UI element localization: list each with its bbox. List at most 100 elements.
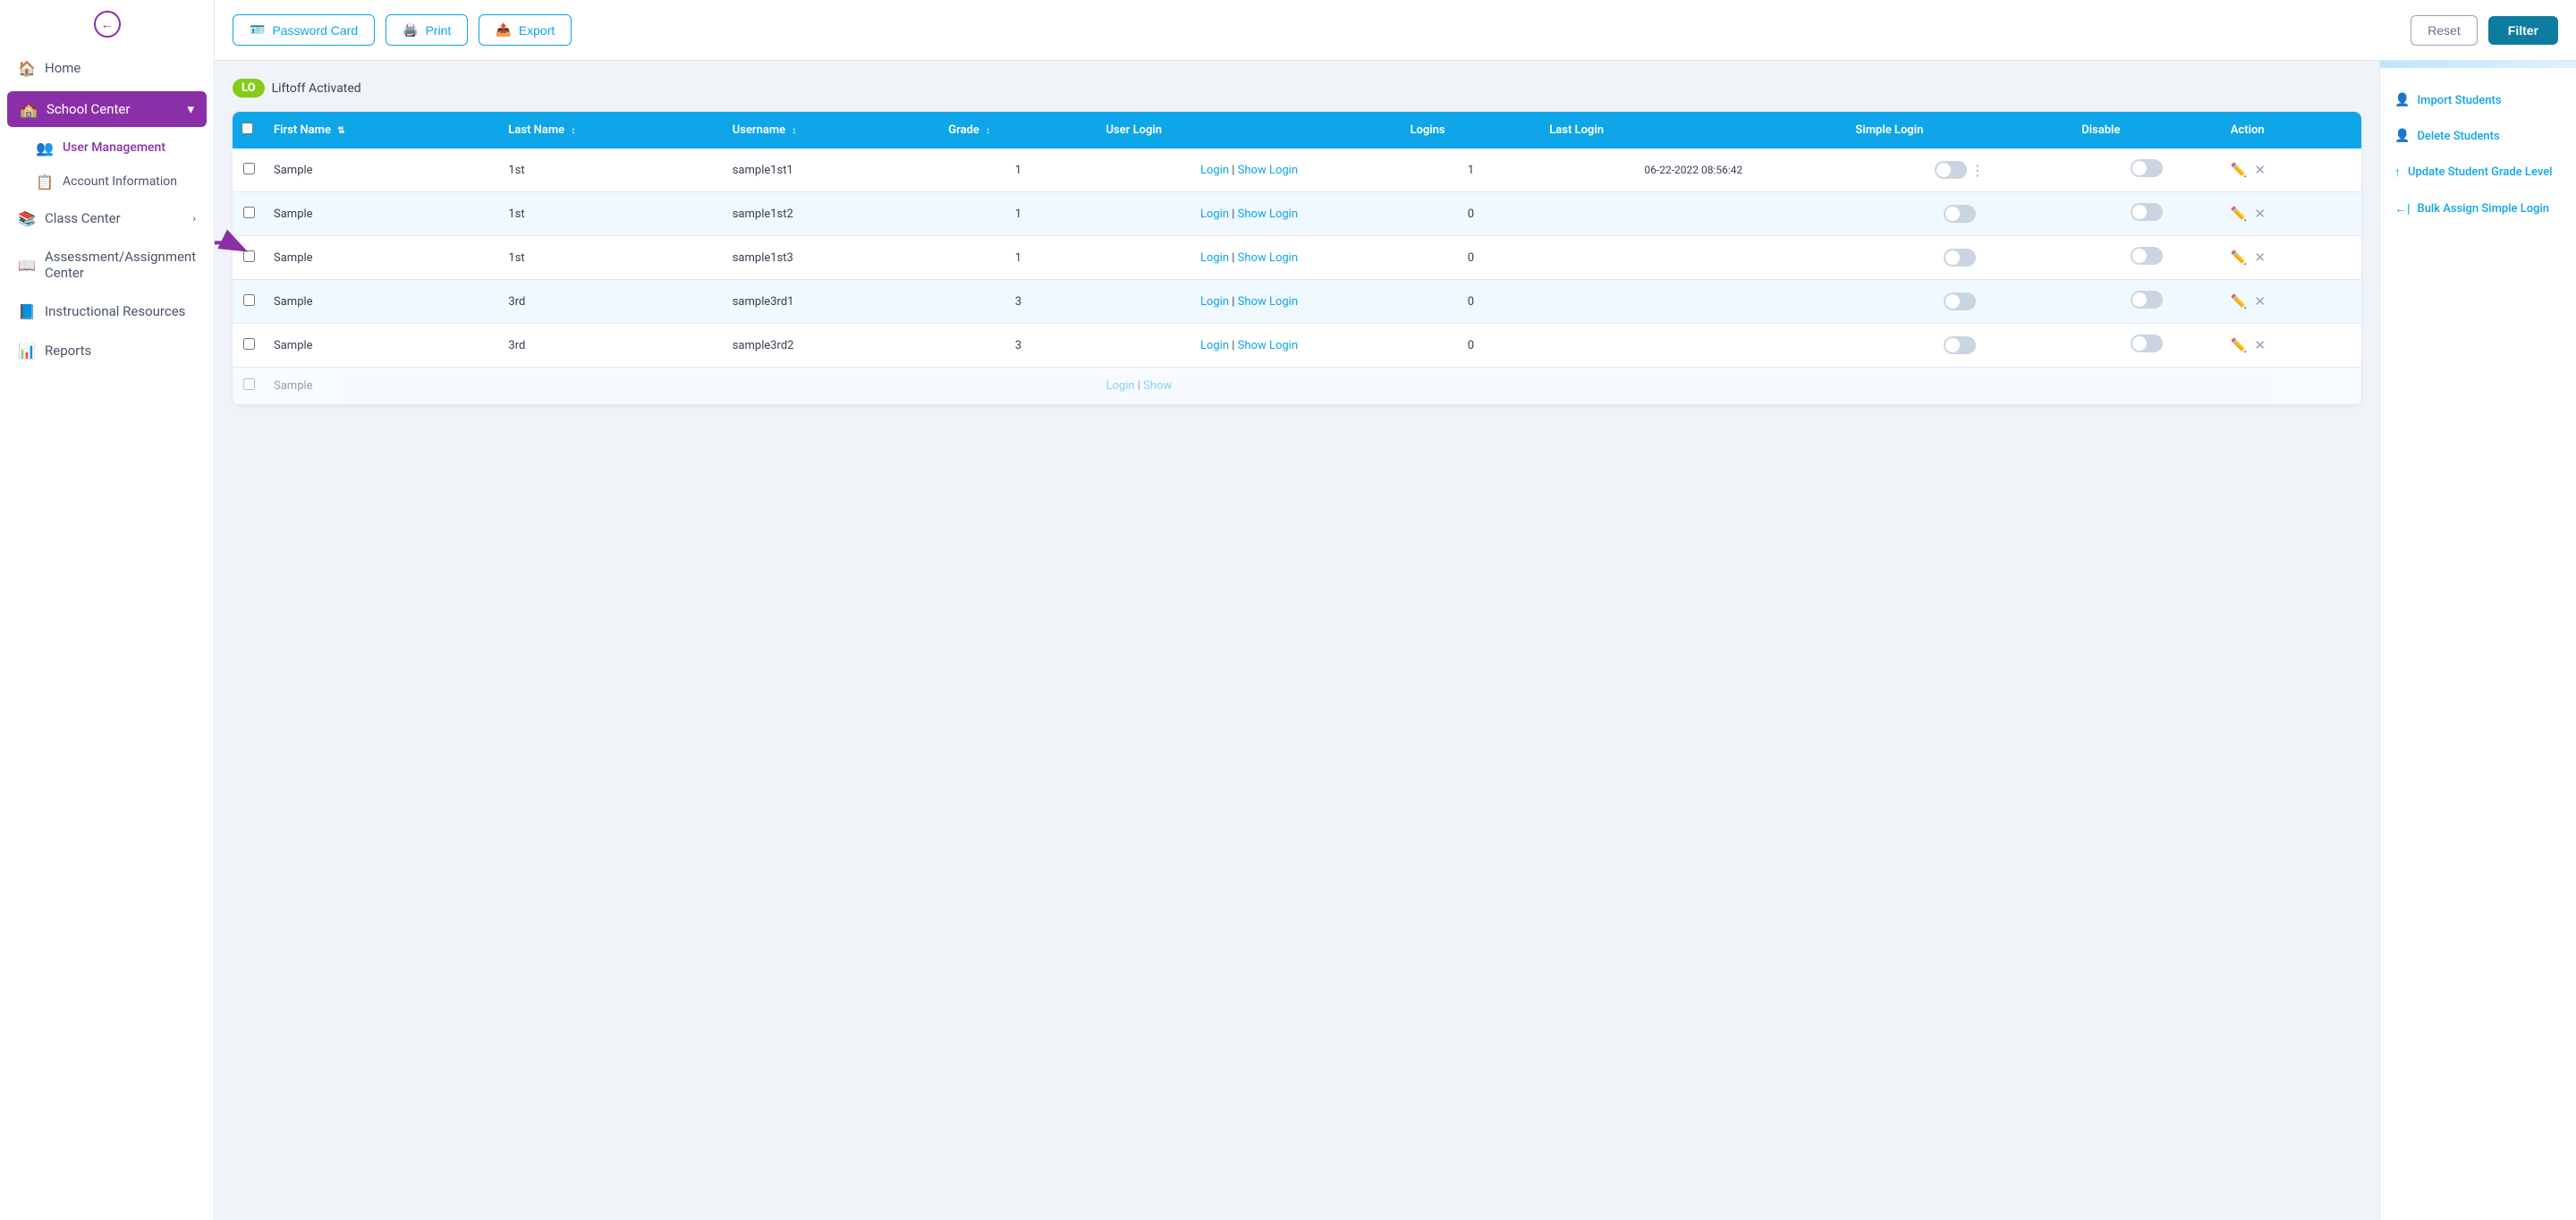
reset-label: Reset [2428, 23, 2461, 38]
password-card-button[interactable]: 🪪 Password Card [233, 14, 375, 46]
cell-disable[interactable] [2072, 280, 2222, 324]
sidebar-item-user-management[interactable]: 👥 User Management [18, 131, 214, 165]
update-grade-icon: ↑ [2394, 165, 2401, 180]
show-login-link[interactable]: Show Login [1238, 251, 1298, 265]
last-login-value: 06-22-2022 08:56:42 [1644, 164, 1742, 176]
cell-last-name [499, 368, 723, 405]
print-button[interactable]: 🖨️ Print [386, 14, 468, 46]
cell-last-name: 3rd [499, 280, 723, 324]
cell-disable[interactable] [2072, 148, 2222, 192]
simple-login-toggle[interactable] [1944, 249, 1976, 267]
select-all-checkbox[interactable] [242, 123, 253, 134]
cell-action: ✏️ ✕ [2222, 236, 2361, 280]
simple-login-toggle[interactable] [1944, 292, 1976, 310]
show-login-link[interactable]: Show Login [1238, 208, 1298, 221]
col-username[interactable]: Username ↕ [724, 112, 940, 148]
sidebar-item-assessment-center[interactable]: 📖 Assessment/Assignment Center [0, 238, 214, 292]
row-checkbox[interactable] [243, 378, 255, 390]
sidebar-item-reports[interactable]: 📊 Reports [0, 331, 214, 370]
edit-icon[interactable]: ✏️ [2231, 206, 2248, 222]
row-checkbox[interactable] [243, 207, 255, 218]
sidebar-item-account-information-label: Account Information [63, 174, 177, 189]
cell-logins: 0 [1402, 324, 1541, 368]
cell-checkbox[interactable] [233, 148, 265, 192]
disable-toggle[interactable] [2131, 247, 2163, 265]
select-all-header[interactable] [233, 112, 265, 148]
disable-toggle[interactable] [2131, 291, 2163, 309]
delete-icon[interactable]: ✕ [2254, 162, 2266, 178]
row-checkbox[interactable] [243, 163, 255, 174]
cell-checkbox[interactable] [233, 324, 265, 368]
col-grade[interactable]: Grade ↕ [939, 112, 1097, 148]
col-last-login: Last Login [1540, 112, 1846, 148]
cell-simple-login[interactable] [1846, 236, 2072, 280]
cell-last-login [1540, 192, 1846, 236]
import-students-button[interactable]: 👤 Import Students [2394, 89, 2562, 111]
cell-simple-login[interactable] [1846, 192, 2072, 236]
simple-login-more-icon[interactable]: ⋮ [1970, 162, 1985, 179]
disable-toggle[interactable] [2131, 159, 2163, 177]
delete-icon[interactable]: ✕ [2254, 250, 2266, 266]
delete-icon[interactable]: ✕ [2254, 337, 2266, 353]
edit-icon[interactable]: ✏️ [2231, 293, 2248, 309]
sidebar-item-account-information[interactable]: 📋 Account Information [18, 165, 214, 199]
row-checkbox[interactable] [243, 250, 255, 262]
sidebar-item-home-label: Home [45, 60, 80, 76]
simple-login-toggle[interactable] [1944, 336, 1976, 354]
login-link[interactable]: Login [1200, 208, 1229, 221]
login-link[interactable]: Login [1200, 251, 1229, 265]
login-link[interactable]: Login [1200, 295, 1229, 309]
disable-toggle[interactable] [2131, 335, 2163, 352]
table-row: Sample 1st sample1st3 1 Login | Show Log… [233, 236, 2361, 280]
disable-toggle[interactable] [2131, 203, 2163, 221]
row-checkbox[interactable] [243, 338, 255, 350]
cell-simple-login[interactable] [1846, 324, 2072, 368]
delete-icon[interactable]: ✕ [2254, 293, 2266, 309]
delete-students-label: Delete Students [2417, 130, 2499, 143]
col-first-name[interactable]: First Name ⇅ [265, 112, 499, 148]
sidebar-item-instructional-resources[interactable]: 📘 Instructional Resources [0, 292, 214, 331]
edit-icon[interactable]: ✏️ [2231, 250, 2248, 266]
sidebar-item-home[interactable]: 🏠 Home [0, 48, 214, 88]
cell-checkbox[interactable] [233, 280, 265, 324]
simple-login-toggle[interactable] [1935, 161, 1967, 179]
login-link[interactable]: Login [1200, 164, 1229, 177]
export-button[interactable]: 📤 Export [479, 14, 572, 46]
cell-checkbox[interactable] [233, 236, 265, 280]
show-login-link[interactable]: Show Login [1238, 295, 1298, 309]
sidebar-item-class-center[interactable]: 📚 Class Center › [0, 199, 214, 238]
bulk-assign-button[interactable]: ←| Bulk Assign Simple Login [2394, 198, 2562, 220]
sidebar-item-school-center[interactable]: 🏫 School Center ▾ [7, 91, 207, 127]
cell-simple-login[interactable]: ⋮ [1846, 148, 2072, 192]
login-link[interactable]: Login [1200, 339, 1229, 352]
simple-login-toggle[interactable] [1944, 205, 1976, 223]
filter-button[interactable]: Filter [2488, 16, 2558, 45]
instructional-resources-icon: 📘 [18, 302, 36, 320]
update-grade-button[interactable]: ↑ Update Student Grade Level [2394, 161, 2562, 183]
delete-students-icon: 👤 [2394, 129, 2410, 143]
edit-icon[interactable]: ✏️ [2231, 162, 2248, 178]
sort-icon-grade: ↕ [986, 126, 990, 136]
show-login-link[interactable]: Show [1143, 379, 1172, 393]
back-button[interactable]: ← [94, 11, 121, 38]
cell-disable[interactable] [2072, 324, 2222, 368]
reset-button[interactable]: Reset [2411, 15, 2478, 46]
delete-students-button[interactable]: 👤 Delete Students [2394, 125, 2562, 147]
cell-user-login: Login | Show Login [1097, 192, 1401, 236]
cell-disable[interactable] [2072, 192, 2222, 236]
cell-user-login[interactable]: Login | Show [1097, 368, 1401, 405]
show-login-link[interactable]: Show Login [1238, 339, 1298, 352]
show-login-link[interactable]: Show Login [1238, 164, 1298, 177]
cell-simple-login[interactable] [1846, 280, 2072, 324]
cell-checkbox[interactable] [233, 192, 265, 236]
cell-action [2222, 368, 2361, 405]
import-students-label: Import Students [2417, 94, 2501, 107]
sidebar-item-user-management-label: User Management [63, 140, 165, 155]
reports-icon: 📊 [18, 342, 36, 360]
login-link[interactable]: Login [1106, 379, 1134, 393]
delete-icon[interactable]: ✕ [2254, 206, 2266, 222]
edit-icon[interactable]: ✏️ [2231, 337, 2248, 353]
row-checkbox[interactable] [243, 294, 255, 306]
cell-disable[interactable] [2072, 236, 2222, 280]
col-last-name[interactable]: Last Name ↕ [499, 112, 723, 148]
